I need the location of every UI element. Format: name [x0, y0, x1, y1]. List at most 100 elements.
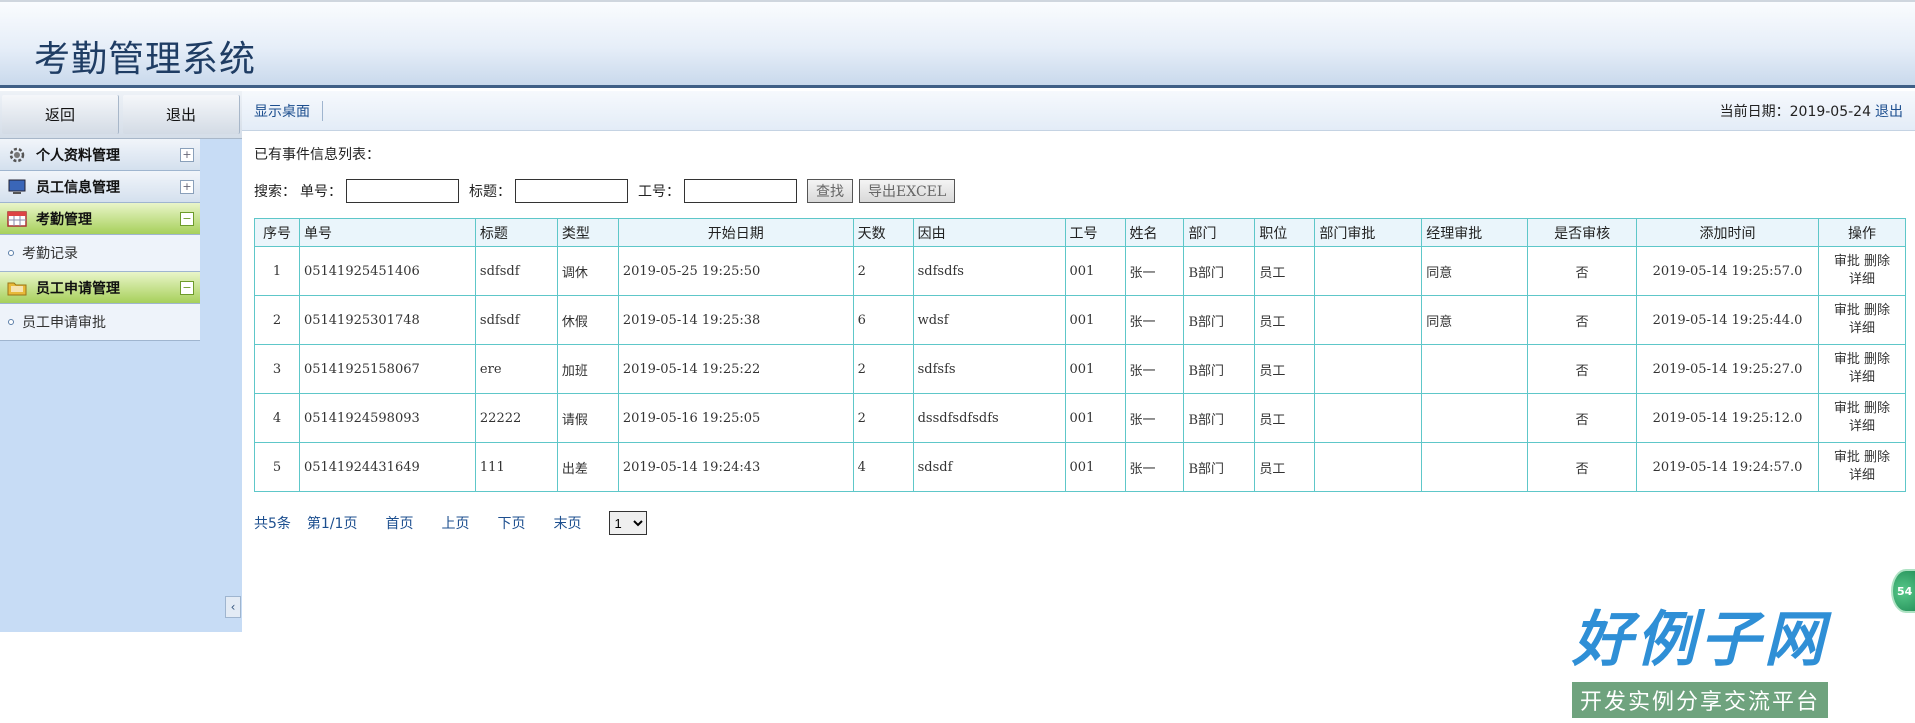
next-page-link[interactable]: 下页	[497, 513, 525, 533]
row-actions-line: 审批 删除	[1834, 449, 1890, 467]
back-button[interactable]: 返回	[2, 95, 119, 134]
column-header: 操作	[1817, 218, 1907, 247]
search-button[interactable]: 查找	[807, 179, 853, 203]
current-date: 当前日期：2019-05-24 退出	[1720, 101, 1903, 121]
folder-icon	[6, 279, 28, 297]
row-actions-line: 审批 删除	[1834, 400, 1890, 418]
logout-link[interactable]: 退出	[1875, 104, 1903, 120]
detail-link[interactable]: 详细	[1849, 467, 1875, 485]
column-header: 职位	[1254, 218, 1316, 247]
detail-link[interactable]: 详细	[1849, 369, 1875, 387]
total-count: 共5条	[254, 516, 291, 532]
cell-no: 05141924598093	[298, 393, 476, 443]
cell-no: 05141924431649	[298, 442, 476, 492]
floating-badge[interactable]: 54	[1891, 569, 1915, 613]
column-header: 天数	[852, 218, 914, 247]
cell-no: 05141925158067	[298, 344, 476, 394]
cell-reason: sdfsdfs	[912, 246, 1066, 296]
row-actions-line: 审批 删除	[1834, 253, 1890, 271]
cell-dept-approve	[1314, 393, 1423, 443]
bullet-icon	[8, 319, 14, 325]
prev-page-link[interactable]: 上页	[441, 513, 469, 533]
employee-id-input[interactable]	[684, 179, 797, 203]
cell-pos: 员工	[1254, 246, 1316, 296]
cell-added: 2019-05-14 19:24:57.0	[1636, 442, 1819, 492]
cell-mgr-approve: 同意	[1421, 295, 1529, 345]
cell-title: 22222	[474, 393, 558, 443]
row-actions: 审批 删除 详细	[1823, 400, 1901, 436]
delete-link[interactable]: 删除	[1864, 352, 1890, 367]
cell-idx: 4	[254, 393, 300, 443]
submenu-item-attendance-records[interactable]: 考勤记录	[0, 235, 200, 271]
detail-link[interactable]: 详细	[1849, 271, 1875, 289]
delete-link[interactable]: 删除	[1864, 303, 1890, 318]
app-header: 考勤管理系统	[0, 0, 1915, 88]
cell-dept-approve	[1314, 344, 1423, 394]
cell-dept: B部门	[1183, 246, 1256, 296]
show-desktop-link[interactable]: 显示桌面	[254, 100, 323, 121]
sidebar-collapse-icon[interactable]: ‹	[225, 596, 241, 618]
submenu-attendance: 考勤记录	[0, 235, 200, 272]
cell-mgr-approve: 同意	[1421, 246, 1529, 296]
approve-link[interactable]: 审批	[1834, 254, 1860, 269]
cell-reviewed: 否	[1527, 344, 1638, 394]
column-header: 因由	[912, 218, 1066, 247]
sidebar-menu: 个人资料管理 + 员工信息管理 + 考勤管理 − 考勤记录 员工申请管理 − 员…	[0, 139, 200, 341]
title-input[interactable]	[515, 179, 628, 203]
cell-pos: 员工	[1254, 442, 1316, 492]
first-page-link[interactable]: 首页	[385, 513, 413, 533]
submenu-item-request-approval[interactable]: 员工申请审批	[0, 304, 200, 340]
app-title: 考勤管理系统	[34, 39, 257, 80]
cell-mgr-approve	[1421, 344, 1529, 394]
column-header: 工号	[1064, 218, 1126, 247]
page-select[interactable]: 1	[609, 511, 648, 535]
menu-attendance[interactable]: 考勤管理 −	[0, 203, 200, 235]
approve-link[interactable]: 审批	[1834, 450, 1860, 465]
approve-link[interactable]: 审批	[1834, 303, 1860, 318]
menu-employee-requests[interactable]: 员工申请管理 −	[0, 272, 200, 304]
column-header: 类型	[556, 218, 619, 247]
delete-link[interactable]: 删除	[1864, 450, 1890, 465]
order-no-input[interactable]	[346, 179, 459, 203]
cell-dept: B部门	[1183, 295, 1256, 345]
cell-reviewed: 否	[1527, 442, 1638, 492]
expand-icon[interactable]: +	[180, 179, 194, 194]
collapse-icon[interactable]: −	[180, 280, 194, 295]
exit-button[interactable]: 退出	[123, 95, 240, 134]
cell-days: 2	[852, 246, 914, 296]
gear-icon	[6, 146, 28, 164]
export-excel-button[interactable]: 导出EXCEL	[859, 179, 956, 203]
cell-dept-approve	[1314, 442, 1423, 492]
cell-idx: 5	[254, 442, 300, 492]
detail-link[interactable]: 详细	[1849, 320, 1875, 338]
cell-days: 2	[852, 393, 914, 443]
cell-reason: sdsdf	[912, 442, 1066, 492]
cell-title: 111	[474, 442, 558, 492]
delete-link[interactable]: 删除	[1864, 254, 1890, 269]
delete-link[interactable]: 删除	[1864, 401, 1890, 416]
cell-type: 调休	[556, 246, 619, 296]
approve-link[interactable]: 审批	[1834, 401, 1860, 416]
column-header: 部门审批	[1314, 218, 1423, 247]
menu-label: 考勤管理	[36, 211, 92, 228]
cell-emp: 001	[1064, 295, 1126, 345]
cell-days: 4	[852, 442, 914, 492]
detail-link[interactable]: 详细	[1849, 418, 1875, 436]
expand-icon[interactable]: +	[180, 147, 194, 162]
last-page-link[interactable]: 末页	[553, 513, 581, 533]
employee-id-label: 工号：	[638, 184, 680, 200]
cell-pos: 员工	[1254, 295, 1316, 345]
cell-reason: dssdfsdfsdfs	[912, 393, 1066, 443]
cell-type: 休假	[556, 295, 619, 345]
cell-added: 2019-05-14 19:25:12.0	[1636, 393, 1819, 443]
menu-personal-info[interactable]: 个人资料管理 +	[0, 139, 200, 171]
approve-link[interactable]: 审批	[1834, 352, 1860, 367]
event-table: 序号 单号 标题 类型 开始日期 天数 因由 工号 姓名 部门 职位 部门审批 …	[254, 218, 1907, 492]
title-label: 标题：	[469, 184, 511, 200]
cell-title: sdfsdf	[474, 295, 558, 345]
table-row: 5 05141924431649 111 出差 2019-05-14 19:24:43 4…	[254, 442, 1907, 492]
submenu-employee-requests: 员工申请审批	[0, 304, 200, 341]
menu-employee-info[interactable]: 员工信息管理 +	[0, 171, 200, 203]
row-actions: 审批 删除 详细	[1823, 253, 1901, 289]
collapse-icon[interactable]: −	[180, 211, 194, 226]
